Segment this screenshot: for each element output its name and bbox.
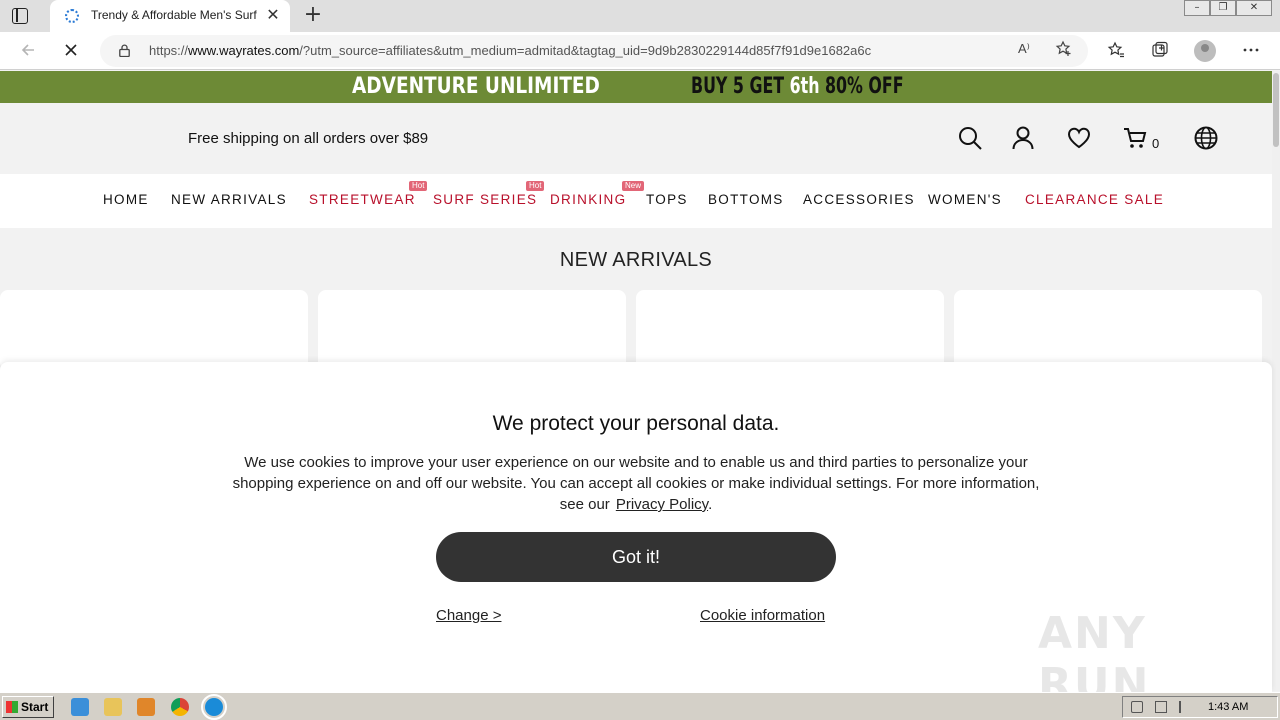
cart-count: 0 — [1152, 136, 1160, 151]
cookie-information-link[interactable]: Cookie information — [700, 607, 825, 624]
nav-accessories[interactable]: ACCESSORIES — [803, 192, 915, 207]
promo-offer: BUY 5 GET 6th 80% OFF — [691, 74, 904, 99]
volume-icon[interactable] — [1131, 701, 1143, 713]
lock-icon[interactable] — [119, 44, 130, 57]
read-aloud-icon[interactable]: A⁾ — [1018, 41, 1030, 57]
cookie-title: We protect your personal data. — [492, 412, 780, 435]
chrome-icon[interactable] — [171, 698, 189, 716]
account-icon[interactable] — [1010, 125, 1036, 151]
loading-spinner-icon — [65, 9, 79, 23]
browser-tab-strip: Trendy & Affordable Men's Surf ✕ + – ❐ ✕ — [0, 0, 1280, 32]
change-settings-link[interactable]: Change > — [436, 607, 501, 624]
tab-close-button[interactable]: ✕ — [263, 5, 283, 25]
privacy-policy-link[interactable]: Privacy Policy — [616, 496, 708, 513]
collections-icon[interactable] — [1149, 40, 1171, 62]
new-badge: New — [622, 181, 645, 191]
cookie-consent-dialog: We protect your personal data. We use co… — [0, 362, 1272, 710]
nav-new-arrivals[interactable]: NEW ARRIVALS — [171, 192, 287, 207]
nav-surf-series[interactable]: SURF SERIES — [433, 192, 537, 207]
wishlist-heart-icon[interactable] — [1066, 125, 1092, 151]
search-icon[interactable] — [957, 125, 983, 151]
profile-icon[interactable] — [1194, 40, 1216, 62]
promo-headline: ADVENTURE UNLIMITED — [352, 74, 600, 99]
language-globe-icon[interactable] — [1193, 125, 1219, 151]
url-field[interactable]: https://www.wayrates.com/?utm_source=aff… — [100, 35, 1088, 67]
edge-icon[interactable] — [201, 694, 227, 720]
start-button[interactable]: Start — [2, 696, 54, 718]
page-scrollbar[interactable] — [1272, 71, 1280, 691]
scrollbar-thumb[interactable] — [1273, 73, 1279, 147]
network-icon[interactable] — [1155, 701, 1167, 713]
os-taskbar: Start 1:43 AM — [0, 692, 1280, 720]
media-player-icon[interactable] — [137, 698, 155, 716]
main-navigation: HOME NEW ARRIVALS STREETWEAR Hot SURF SE… — [0, 174, 1272, 228]
cart-icon[interactable] — [1122, 125, 1148, 151]
tab-title: Trendy & Affordable Men's Surf — [91, 8, 257, 22]
url-text: https://www.wayrates.com/?utm_source=aff… — [149, 43, 872, 58]
browser-tab[interactable]: Trendy & Affordable Men's Surf ✕ — [50, 0, 290, 32]
window-minimize-button[interactable]: – — [1184, 0, 1210, 16]
nav-clearance-sale[interactable]: CLEARANCE SALE — [1025, 192, 1164, 207]
address-toolbar: https://www.wayrates.com/?utm_source=aff… — [0, 32, 1280, 70]
tab-actions-icon[interactable] — [12, 8, 28, 24]
nav-drinking[interactable]: DRINKING — [550, 192, 626, 207]
nav-womens[interactable]: WOMEN'S — [928, 192, 1002, 207]
action-center-flag-icon[interactable] — [1179, 701, 1189, 713]
free-shipping-notice: Free shipping on all orders over $89 — [188, 130, 429, 147]
stop-loading-icon[interactable] — [61, 41, 81, 61]
more-menu-icon[interactable] — [1240, 40, 1262, 62]
internet-explorer-icon[interactable] — [71, 698, 89, 716]
back-arrow-icon[interactable] — [18, 41, 38, 61]
cookie-description: We use cookies to improve your user expe… — [232, 454, 1040, 513]
hot-badge: Hot — [526, 181, 545, 191]
hot-badge: Hot — [409, 181, 428, 191]
nav-home[interactable]: HOME — [103, 192, 149, 207]
nav-bottoms[interactable]: BOTTOMS — [708, 192, 784, 207]
window-close-button[interactable]: ✕ — [1236, 0, 1272, 16]
product-card[interactable] — [318, 290, 626, 370]
nav-streetwear[interactable]: STREETWEAR — [309, 192, 416, 207]
taskbar-clock: 1:43 AM — [1208, 701, 1249, 713]
new-tab-button[interactable]: + — [302, 4, 324, 26]
product-card[interactable] — [954, 290, 1262, 370]
product-card[interactable] — [0, 290, 308, 370]
file-explorer-icon[interactable] — [104, 698, 122, 716]
favorites-icon[interactable] — [1105, 40, 1127, 62]
system-tray — [1122, 696, 1278, 718]
add-favorite-icon[interactable] — [1055, 40, 1073, 62]
accept-cookies-button[interactable]: Got it! — [436, 532, 836, 582]
windows-logo-icon — [6, 701, 18, 713]
product-card[interactable] — [636, 290, 944, 370]
nav-tops[interactable]: TOPS — [646, 192, 688, 207]
site-header: Free shipping on all orders over $89 0 — [0, 103, 1272, 174]
window-maximize-button[interactable]: ❐ — [1210, 0, 1236, 16]
section-title: NEW ARRIVALS — [559, 249, 713, 271]
promo-banner[interactable]: ADVENTURE UNLIMITED BUY 5 GET 6th 80% OF… — [0, 71, 1272, 103]
